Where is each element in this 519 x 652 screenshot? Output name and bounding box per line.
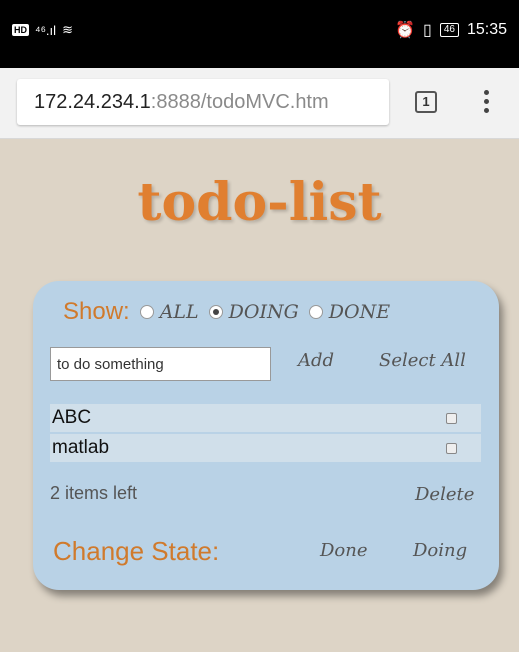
filter-done-label[interactable]: DONE — [329, 301, 390, 323]
battery-icon: 46 — [439, 23, 459, 37]
delete-button[interactable]: Delete — [415, 484, 474, 505]
todo-checkbox[interactable] — [446, 413, 457, 424]
filter-all-label[interactable]: ALL — [160, 301, 199, 323]
address-bar[interactable]: 172.24.234.1:8888/todoMVC.htm — [17, 79, 389, 125]
mark-doing-button[interactable]: Doing — [413, 540, 467, 561]
items-left-count: 2 items left — [50, 483, 138, 503]
browser-toolbar: 172.24.234.1:8888/todoMVC.htm 1 — [0, 68, 519, 139]
todo-panel: Show: ALL DOING DONE Add Select All ABC … — [33, 281, 499, 590]
vibrate-icon: ▯ — [423, 22, 432, 39]
filter-doing-label[interactable]: DOING — [229, 301, 299, 323]
list-item: ABC — [50, 404, 481, 432]
show-label: Show: — [63, 298, 130, 325]
tab-switcher-button[interactable]: 1 — [415, 91, 437, 113]
new-todo-input[interactable] — [50, 347, 271, 381]
mark-done-button[interactable]: Done — [320, 540, 368, 561]
filter-row: Show: ALL DOING DONE — [63, 298, 400, 326]
filter-all-radio[interactable] — [139, 305, 154, 319]
todo-text: matlab — [52, 437, 110, 458]
url-path: :8888/todoMVC.htm — [150, 91, 329, 113]
change-state-label: Change State: — [53, 536, 220, 566]
status-bar: HD ⁴⁶.ıl ≋ ⏰ ▯ 46 15:35 — [0, 0, 519, 68]
filter-done-radio[interactable] — [308, 305, 323, 319]
list-item: matlab — [50, 434, 481, 462]
todo-checkbox[interactable] — [446, 443, 457, 454]
todo-list: ABC matlab — [50, 404, 481, 464]
signal-indicators: HD ⁴⁶.ıl ≋ — [12, 22, 73, 38]
url-host: 172.24.234.1 — [34, 91, 151, 113]
select-all-button[interactable]: Select All — [379, 350, 466, 371]
signal-icon: ⁴⁶.ıl — [35, 22, 57, 38]
overflow-menu-icon[interactable] — [482, 90, 490, 113]
wifi-icon: ≋ — [62, 22, 73, 37]
page-title: todo-list — [137, 172, 382, 233]
filter-doing-radio[interactable] — [208, 305, 223, 319]
add-button[interactable]: Add — [298, 350, 334, 371]
todo-text: ABC — [52, 407, 92, 428]
hd-icon: HD — [12, 24, 29, 36]
clock: 15:35 — [466, 21, 507, 38]
alarm-icon: ⏰ — [395, 22, 416, 39]
